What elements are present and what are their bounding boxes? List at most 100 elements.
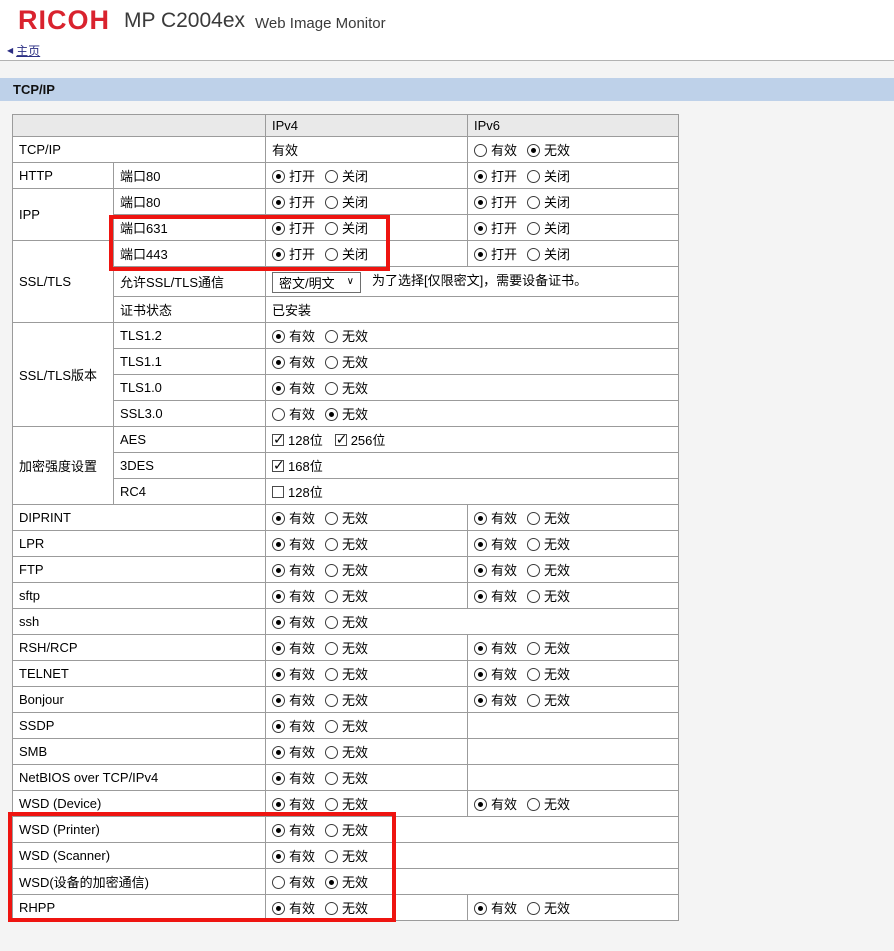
radio-enabled[interactable] [272,642,285,655]
telnet-ipv6-cell: 有效无效 [468,661,679,687]
radio-disabled[interactable] [325,668,338,681]
radio-disabled[interactable] [325,694,338,707]
radio-disabled[interactable] [527,538,540,551]
radio-enabled[interactable] [474,538,487,551]
radio-enabled[interactable] [474,902,487,915]
row-group-label: SSL/TLS版本 [13,323,114,427]
app-title: Web Image Monitor [255,16,386,31]
row-aes: 加密强度设置 AES 128位256位 [13,427,679,453]
aes-cell: 128位256位 [266,427,679,453]
radio-closed[interactable] [527,196,540,209]
radio-disabled[interactable] [527,798,540,811]
radio-disabled[interactable] [527,642,540,655]
checkbox-256bit[interactable] [335,434,347,446]
back-arrow-icon: ◀ [7,46,13,55]
home-link[interactable]: 主页 [16,42,40,59]
radio-enabled[interactable] [272,902,285,915]
radio-open[interactable] [474,170,487,183]
telnet-ipv4-cell: 有效无效 [266,661,468,687]
radio-disabled[interactable] [325,616,338,629]
radio-open[interactable] [272,222,285,235]
checkbox-128bit[interactable] [272,434,284,446]
radio-disabled[interactable] [527,694,540,707]
radio-closed[interactable] [527,170,540,183]
lpr-ipv6-cell: 有效无效 [468,531,679,557]
radio-open[interactable] [272,170,285,183]
radio-enabled[interactable] [272,850,285,863]
radio-enabled[interactable] [474,668,487,681]
radio-disabled[interactable] [325,538,338,551]
radio-disabled[interactable] [325,356,338,369]
radio-disabled[interactable] [325,590,338,603]
radio-disabled[interactable] [325,564,338,577]
radio-enabled[interactable] [272,876,285,889]
radio-disabled[interactable] [527,590,540,603]
radio-closed[interactable] [527,222,540,235]
radio-closed[interactable] [325,248,338,261]
radio-enabled[interactable] [272,590,285,603]
radio-enabled[interactable] [474,590,487,603]
row-wsd-printer: WSD (Printer) 有效无效 [13,817,679,843]
radio-disabled[interactable] [325,772,338,785]
radio-enabled[interactable] [272,408,285,421]
row-label: SSDP [13,713,266,739]
radio-closed[interactable] [325,196,338,209]
radio-disabled[interactable] [325,408,338,421]
radio-enabled[interactable] [474,642,487,655]
radio-closed[interactable] [325,170,338,183]
row-label: FTP [13,557,266,583]
radio-disabled[interactable] [527,902,540,915]
radio-disabled[interactable] [325,902,338,915]
radio-enabled[interactable] [272,694,285,707]
radio-disabled[interactable] [325,850,338,863]
radio-disabled[interactable] [527,564,540,577]
radio-enabled[interactable] [474,144,487,157]
checkbox-128bit[interactable] [272,486,284,498]
radio-disabled[interactable] [325,330,338,343]
radio-disabled[interactable] [527,512,540,525]
radio-enabled[interactable] [474,564,487,577]
radio-enabled[interactable] [272,772,285,785]
radio-enabled[interactable] [272,668,285,681]
checkbox-168bit[interactable] [272,460,284,472]
radio-enabled[interactable] [272,824,285,837]
radio-enabled[interactable] [272,564,285,577]
radio-disabled[interactable] [527,668,540,681]
radio-enabled[interactable] [272,746,285,759]
table-header-row: IPv4 IPv6 [13,115,679,137]
radio-disabled[interactable] [325,382,338,395]
radio-enabled[interactable] [474,798,487,811]
radio-open[interactable] [474,196,487,209]
radio-open[interactable] [474,222,487,235]
radio-enabled[interactable] [474,694,487,707]
radio-enabled[interactable] [272,538,285,551]
radio-open[interactable] [272,196,285,209]
radio-enabled[interactable] [272,382,285,395]
port443-ipv4-cell: 打开关闭 [266,241,468,267]
radio-enabled[interactable] [272,720,285,733]
row-telnet: TELNET 有效无效 有效无效 [13,661,679,687]
radio-enabled[interactable] [272,356,285,369]
radio-enabled[interactable] [272,798,285,811]
radio-closed[interactable] [527,248,540,261]
radio-closed[interactable] [325,222,338,235]
radio-enabled[interactable] [272,330,285,343]
radio-open[interactable] [474,248,487,261]
row-label: WSD (Device) [13,791,266,817]
radio-disabled[interactable] [527,144,540,157]
row-label: NetBIOS over TCP/IPv4 [13,765,266,791]
radio-enabled[interactable] [272,616,285,629]
ssl-communication-select[interactable]: 密文/明文∨ [272,272,361,293]
radio-disabled[interactable] [325,798,338,811]
radio-enabled[interactable] [474,512,487,525]
tcpip-ipv6-cell: 有效无效 [468,137,679,163]
radio-disabled[interactable] [325,876,338,889]
radio-disabled[interactable] [325,746,338,759]
smb-ipv6-empty-cell [468,739,679,765]
radio-disabled[interactable] [325,642,338,655]
radio-disabled[interactable] [325,824,338,837]
radio-open[interactable] [272,248,285,261]
radio-disabled[interactable] [325,720,338,733]
radio-disabled[interactable] [325,512,338,525]
radio-enabled[interactable] [272,512,285,525]
